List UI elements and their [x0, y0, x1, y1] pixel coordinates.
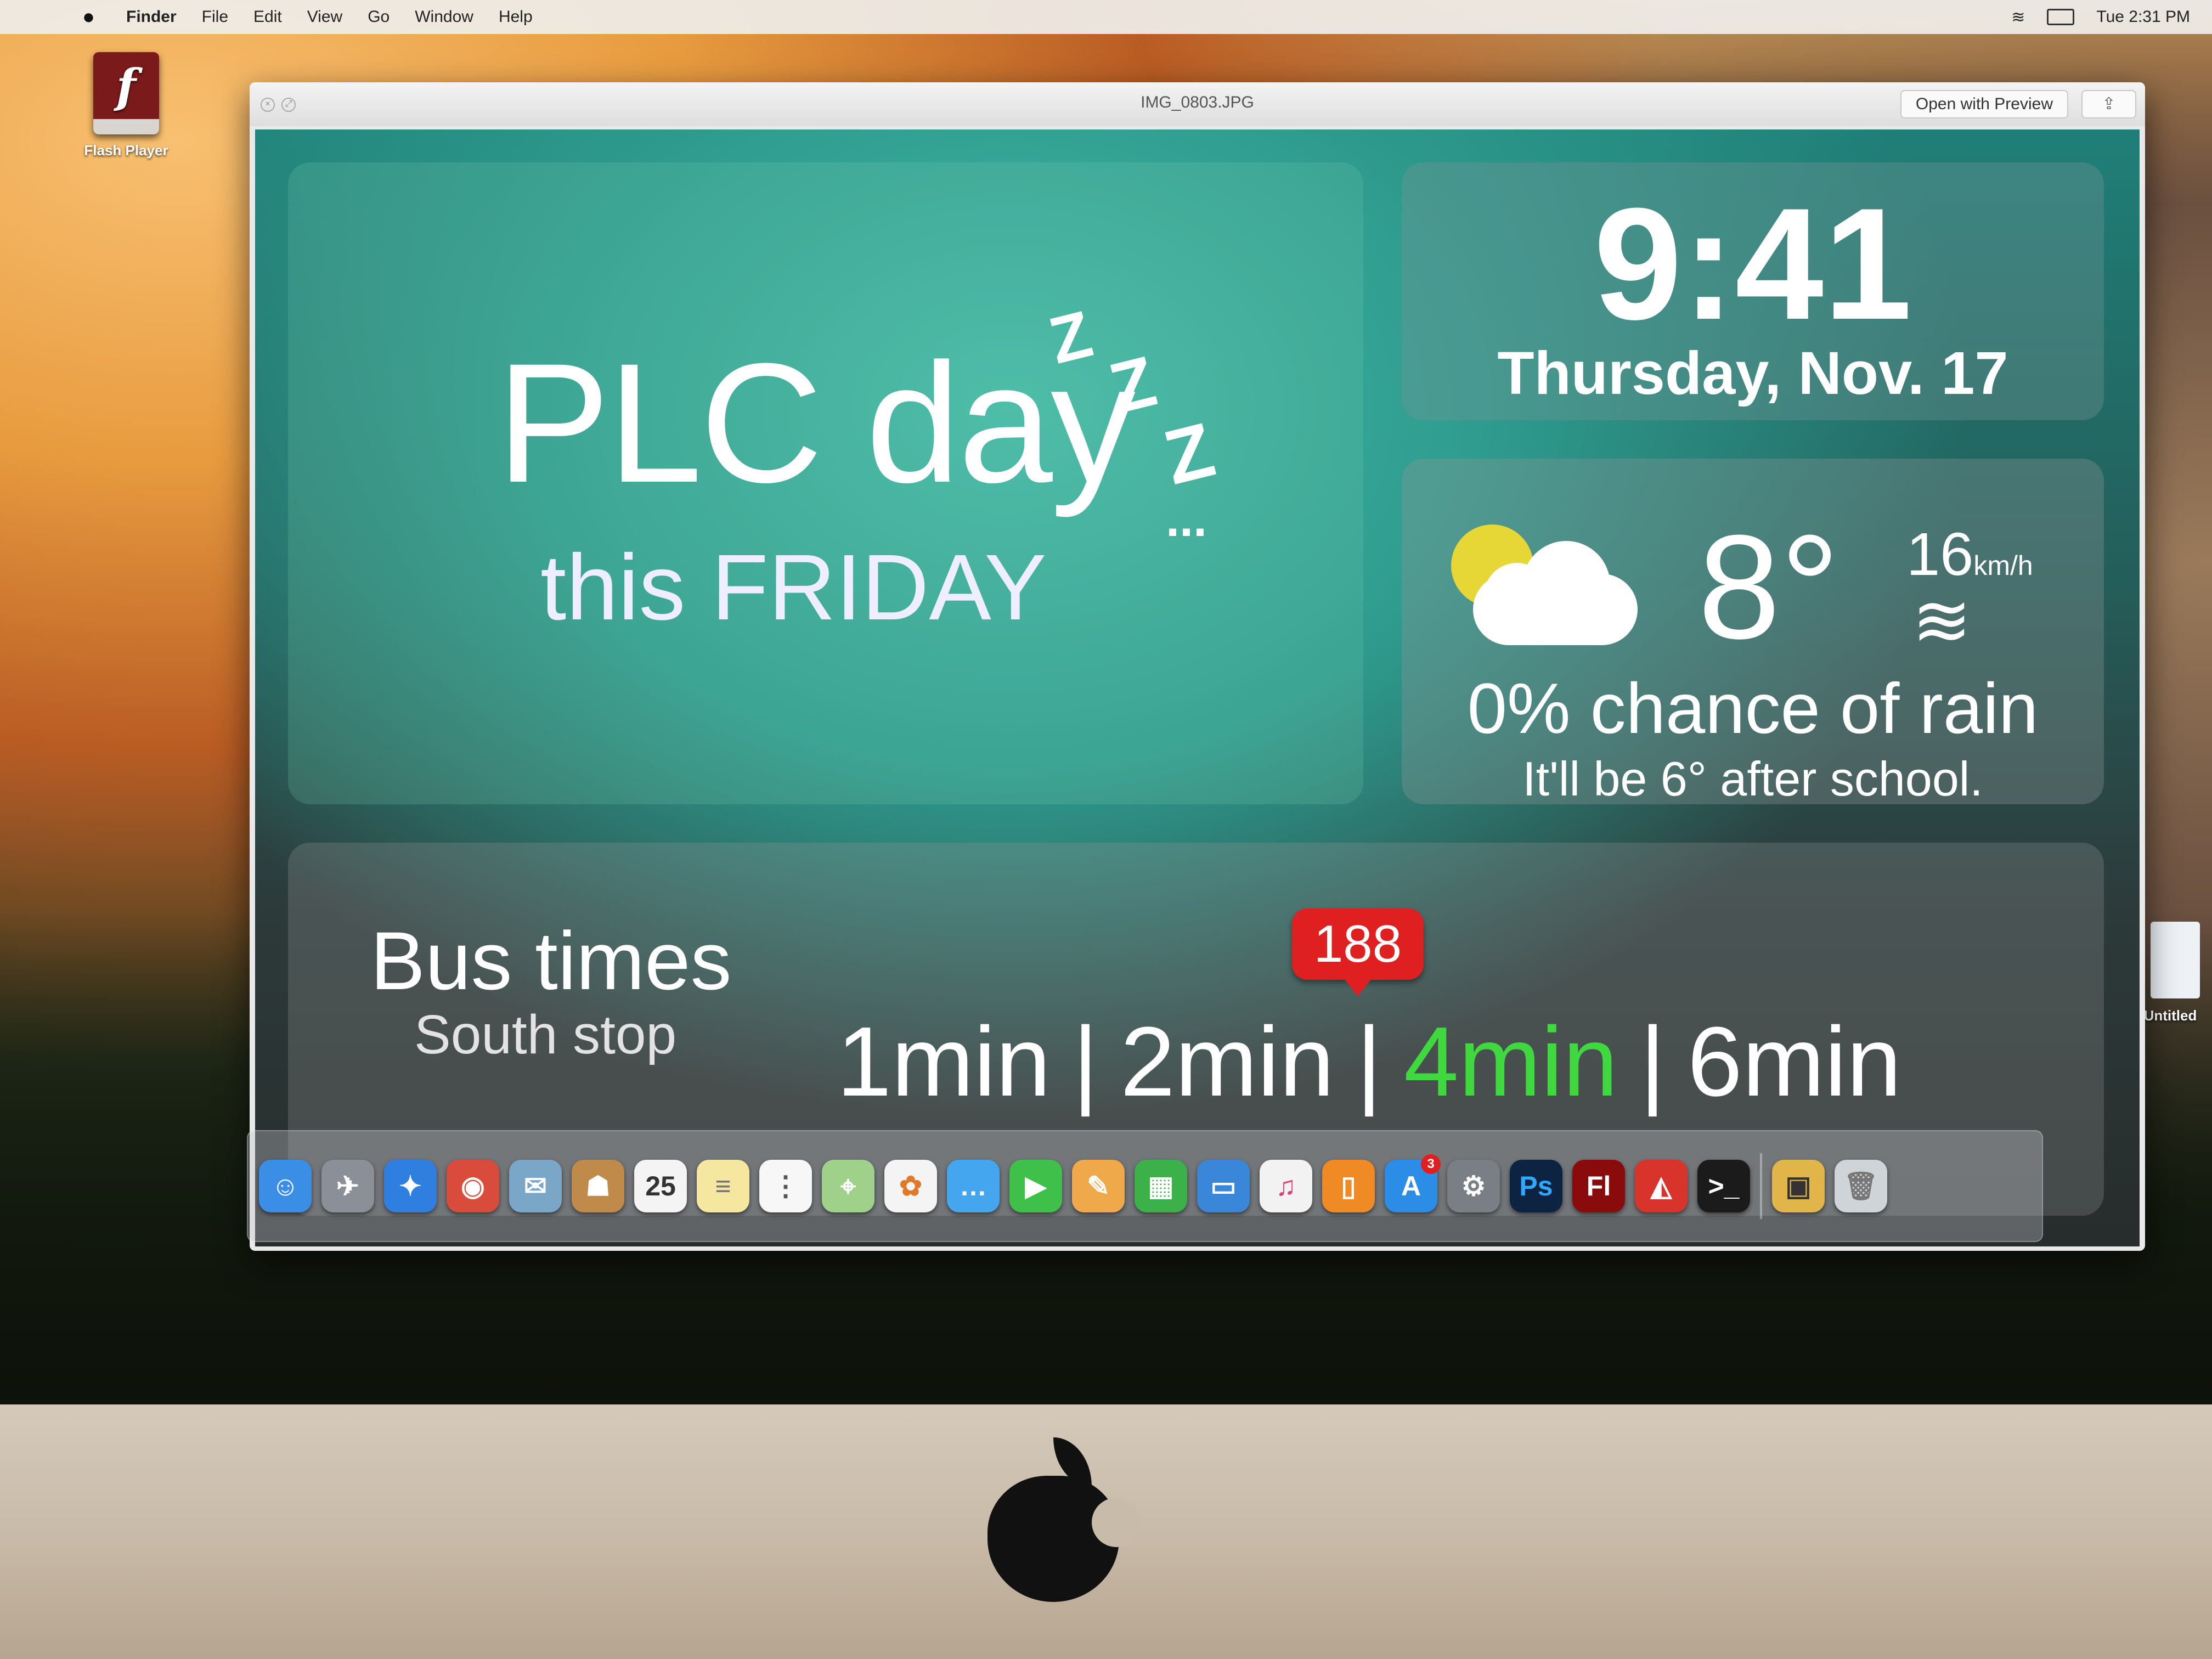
- menu-help[interactable]: Help: [499, 8, 533, 26]
- plc-card: PLC day this FRIDAY Z Z Z ...: [288, 162, 1363, 804]
- menu-window[interactable]: Window: [415, 8, 473, 26]
- share-button[interactable]: ⇪: [2081, 90, 2136, 119]
- notification-badge: 188: [1292, 909, 1424, 996]
- desktop-icon-label: Flash Player: [84, 142, 168, 159]
- wifi-icon[interactable]: ≋: [2011, 8, 2025, 27]
- rain-chance: 0% chance of rain: [1467, 668, 2039, 748]
- window-title: IMG_0803.JPG: [1141, 93, 1254, 111]
- menu-view[interactable]: View: [307, 8, 342, 26]
- quick-look-window: × ⤢ IMG_0803.JPG Open with Preview ⇪ PLC…: [250, 82, 2145, 1251]
- sleep-z-3: Z: [1156, 406, 1223, 501]
- bus-time-separator: |: [1356, 1007, 1382, 1117]
- clock-card: 9:41 Thursday, Nov. 17: [1402, 162, 2104, 420]
- apple-menu-icon[interactable]: ●: [82, 6, 104, 28]
- bus-time-1: 1min: [837, 1007, 1051, 1117]
- menu-extras: ≋ Tue 2:31 PM: [2011, 0, 2190, 34]
- contacts-icon[interactable]: ☗: [572, 1160, 624, 1212]
- partly-cloudy-icon: [1451, 524, 1649, 667]
- open-with-preview-button[interactable]: Open with Preview: [1900, 90, 2068, 119]
- menu-app-finder[interactable]: Finder: [126, 8, 177, 26]
- calendar-icon[interactable]: 25: [634, 1160, 687, 1212]
- bus-times: 1min | 2min | 4min | 6min: [837, 1013, 1901, 1111]
- document-icon: [2151, 922, 2200, 998]
- mail-icon[interactable]: ✉: [509, 1160, 562, 1212]
- photoshop-icon[interactable]: Ps: [1510, 1160, 1562, 1212]
- facetime-icon[interactable]: ▶: [1009, 1160, 1062, 1212]
- bus-time-separator: |: [1640, 1007, 1666, 1117]
- menu-go[interactable]: Go: [368, 8, 390, 26]
- terminal-icon[interactable]: >_: [1697, 1160, 1750, 1212]
- share-icon: ⇪: [2102, 95, 2116, 113]
- wind-speed: 16km/h: [1906, 524, 2033, 585]
- bus-time-3: 4min: [1403, 1007, 1618, 1117]
- ibooks-icon[interactable]: ▯: [1322, 1160, 1375, 1212]
- plc-subtitle: this FRIDAY: [540, 535, 1047, 640]
- clock-time: 9:41: [1593, 175, 1912, 353]
- preview-icon[interactable]: ▣: [1772, 1160, 1825, 1212]
- wind-speed-value: 16: [1906, 521, 1974, 588]
- sketchup-icon[interactable]: ◭: [1635, 1160, 1688, 1212]
- sleep-dots: ...: [1166, 492, 1207, 547]
- itunes-icon[interactable]: ♫: [1260, 1160, 1312, 1212]
- pages-icon[interactable]: ✎: [1072, 1160, 1125, 1212]
- monitor-bezel: [0, 1404, 2212, 1659]
- menu-file[interactable]: File: [202, 8, 228, 26]
- chrome-icon[interactable]: ◉: [447, 1160, 499, 1212]
- bus-time-4: 6min: [1687, 1007, 1901, 1117]
- flash-player-icon: f: [93, 52, 159, 134]
- system-preferences-icon[interactable]: ⚙: [1447, 1160, 1500, 1212]
- after-school-temp: It'll be 6° after school.: [1522, 752, 1983, 806]
- bus-time-separator: |: [1073, 1007, 1098, 1117]
- messages-icon[interactable]: …: [947, 1160, 1000, 1212]
- wind-icon: ≋: [1912, 580, 1972, 661]
- menu-clock[interactable]: Tue 2:31 PM: [2096, 8, 2190, 26]
- slide-image: PLC day this FRIDAY Z Z Z ... 9:41 Thurs…: [255, 129, 2140, 1246]
- reminders-icon[interactable]: ⋮: [759, 1160, 812, 1212]
- window-titlebar[interactable]: × ⤢ IMG_0803.JPG Open with Preview ⇪: [250, 82, 2145, 126]
- maps-icon[interactable]: ⌖: [822, 1160, 874, 1212]
- clock-date: Thursday, Nov. 17: [1497, 340, 2008, 407]
- bus-title: Bus times: [370, 915, 732, 1007]
- dock-badge: 3: [1421, 1154, 1441, 1174]
- bus-stop: South stop: [414, 1004, 677, 1065]
- battery-icon[interactable]: [2047, 9, 2075, 25]
- keynote-icon[interactable]: ▭: [1197, 1160, 1250, 1212]
- safari-icon[interactable]: ✦: [384, 1160, 437, 1212]
- app-store-icon[interactable]: A3: [1385, 1154, 1441, 1212]
- finder-icon[interactable]: ☺: [259, 1160, 312, 1212]
- photos-icon[interactable]: ✿: [884, 1160, 937, 1212]
- notes-icon[interactable]: ≡: [697, 1160, 749, 1212]
- desktop-screen: ● Finder File Edit View Go Window Help ≋…: [0, 0, 2212, 1404]
- trash-icon[interactable]: 🗑: [1835, 1160, 1887, 1212]
- numbers-icon[interactable]: ▦: [1135, 1160, 1187, 1212]
- launchpad-icon[interactable]: ✈: [321, 1160, 374, 1212]
- temperature: 8°: [1698, 505, 1840, 670]
- apple-logo-icon: [988, 1437, 1141, 1602]
- menu-edit[interactable]: Edit: [253, 8, 282, 26]
- menu-bar: ● Finder File Edit View Go Window Help ≋…: [0, 0, 2212, 34]
- desktop-icon-flash-player[interactable]: f Flash Player: [82, 52, 170, 159]
- flash-icon[interactable]: Fl: [1572, 1160, 1625, 1212]
- plc-title: PLC day: [496, 328, 1136, 518]
- dock: ☺ ✈ ✦ ◉ ✉ ☗ 25 ≡ ⋮ ⌖ ✿… ▶ ✎ ▦ ▭ ♫ ▯ A 3 ⚙ Ps Fl ◭ >_ ▣ 🗑: [247, 1130, 2043, 1242]
- wind-unit: km/h: [1973, 550, 2033, 581]
- bus-time-2: 2min: [1120, 1007, 1335, 1117]
- dock-separator: [1760, 1153, 1762, 1219]
- weather-card: 8° 16km/h ≋ 0% chance of rain It'll be 6…: [1402, 459, 2104, 804]
